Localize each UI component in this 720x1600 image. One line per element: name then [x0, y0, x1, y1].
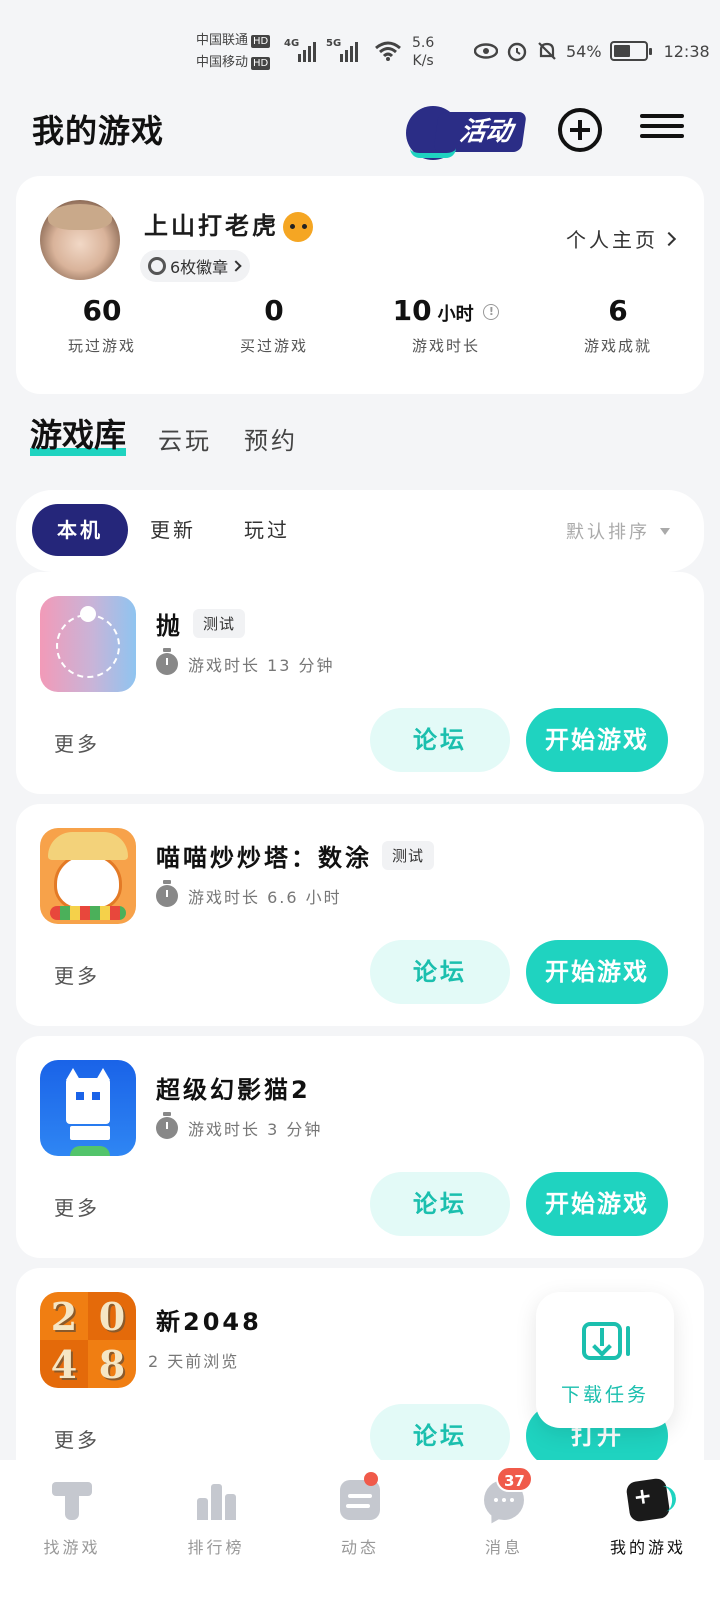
tiger-emoji-icon: [283, 212, 313, 242]
rankings-icon: [196, 1480, 236, 1520]
battery-fill: [613, 45, 630, 57]
game-icon-toss[interactable]: [40, 596, 136, 692]
forum-button[interactable]: 论坛: [370, 1404, 510, 1468]
game-meta: 游戏时长 3 分钟: [156, 1112, 322, 1140]
username: 上山打老虎: [144, 206, 313, 242]
dropdown-arrow-icon: [660, 527, 670, 535]
eye-icon: [474, 43, 498, 59]
clock: 12:38: [663, 41, 710, 61]
game-name: 超级幻影猫2: [156, 1076, 311, 1104]
homepage-link[interactable]: 个人主页: [566, 224, 677, 253]
forum-button[interactable]: 论坛: [370, 940, 510, 1004]
forum-button[interactable]: 论坛: [370, 1172, 510, 1236]
test-tag: 测试: [382, 841, 435, 870]
nav-my-games[interactable]: 我的游戏: [576, 1460, 720, 1600]
battery-icon: [609, 41, 652, 61]
stat-achievements[interactable]: 6 游戏成就: [532, 294, 704, 356]
game-name: 抛测试: [156, 606, 246, 641]
carrier-2: 中国移动: [196, 55, 249, 70]
stats-row: 60 玩过游戏 0 买过游戏 10 小时 ! 游戏时长 6 游戏成就: [16, 294, 704, 356]
status-icons: 54% 12:38: [474, 40, 710, 62]
stat-bought[interactable]: 0 买过游戏: [188, 294, 360, 356]
app-header: 我的游戏 活动: [0, 98, 720, 162]
gamepad-icon: [625, 1477, 671, 1523]
download-icon: [582, 1322, 622, 1360]
start-game-button[interactable]: 开始游戏: [526, 708, 668, 772]
game-icon-2048[interactable]: 2048: [40, 1292, 136, 1388]
start-game-button[interactable]: 开始游戏: [526, 1172, 668, 1236]
more-button[interactable]: 更多: [54, 728, 100, 757]
swoosh-decoration: [410, 148, 456, 158]
stat-played[interactable]: 60 玩过游戏: [16, 294, 188, 356]
feed-icon: [340, 1480, 380, 1520]
game-name: 喵喵炒炒塔：数涂 测试: [156, 838, 435, 873]
nav-feed[interactable]: 动态: [288, 1460, 432, 1600]
game-meta: 游戏时长 6.6 小时: [156, 880, 342, 908]
find-games-icon: [52, 1480, 92, 1520]
forum-button[interactable]: 论坛: [370, 708, 510, 772]
tab-reserve[interactable]: 预约: [244, 421, 298, 462]
nav-find-games[interactable]: 找游戏: [0, 1460, 144, 1600]
medal-icon: [148, 257, 166, 275]
filter-local[interactable]: 本机: [32, 504, 128, 556]
add-icon[interactable]: [558, 108, 602, 152]
bottom-nav: 找游戏 排行榜 动态 消息 我的游戏: [0, 1460, 720, 1600]
filter-bar: 本机 更新 玩过 默认排序: [16, 490, 704, 572]
game-meta: 游戏时长 13 分钟: [156, 648, 335, 676]
download-task-label: 下载任务: [560, 1384, 649, 1406]
signal-1-icon: [298, 38, 316, 62]
game-card[interactable]: 喵喵炒炒塔：数涂 测试 游戏时长 6.6 小时 更多 论坛 开始游戏: [16, 804, 704, 1026]
start-game-button[interactable]: 开始游戏: [526, 940, 668, 1004]
nav-rankings[interactable]: 排行榜: [144, 1460, 288, 1600]
feed-notification-dot: [364, 1472, 378, 1486]
message-count-badge: 37: [496, 1466, 533, 1492]
timer-icon: [156, 880, 178, 907]
status-bar: 中国联通 HD 中国移动 HD 4G 5G 5.6 K/s 54% 12:38: [0, 0, 720, 96]
signal-2-icon: [340, 38, 358, 62]
timer-icon: [156, 648, 178, 675]
game-card[interactable]: 抛测试 游戏时长 13 分钟 更多 论坛 开始游戏: [16, 572, 704, 794]
more-button[interactable]: 更多: [54, 1192, 100, 1221]
game-icon-cat[interactable]: [40, 828, 136, 924]
wifi-icon: [375, 41, 401, 61]
timer-icon: [156, 1112, 178, 1139]
alarm-icon: [507, 42, 527, 62]
tab-library[interactable]: 游戏库: [30, 410, 127, 462]
medal-count: 6枚徽章: [170, 258, 229, 277]
game-name: 新2048: [156, 1308, 262, 1336]
chevron-right-icon: [661, 231, 677, 246]
menu-icon[interactable]: [640, 108, 684, 152]
tab-cloud[interactable]: 云玩: [158, 421, 212, 462]
download-task-button[interactable]: 下载任务: [536, 1292, 674, 1428]
network-type-1: 4G: [284, 38, 300, 49]
test-tag: 测试: [193, 609, 246, 638]
filter-updates[interactable]: 更新: [150, 504, 196, 556]
hd-badge: HD: [251, 57, 271, 70]
activity-label: 活动: [433, 112, 527, 152]
profile-card: 上山打老虎 6枚徽章 个人主页 60 玩过游戏 0 买过游戏 10 小时 ! 游戏…: [16, 176, 704, 394]
filter-played[interactable]: 玩过: [244, 504, 290, 556]
mute-bell-icon: [538, 42, 556, 60]
library-tabs: 游戏库 云玩 预约: [30, 412, 298, 462]
battery-percent: 54%: [566, 41, 602, 61]
page-title: 我的游戏: [32, 112, 165, 150]
network-speed: 5.6 K/s: [412, 35, 435, 69]
game-card[interactable]: 超级幻影猫2 游戏时长 3 分钟 更多 论坛 开始游戏: [16, 1036, 704, 1258]
chevron-right-icon: [230, 260, 242, 272]
stat-playtime[interactable]: 10 小时 ! 游戏时长: [360, 294, 532, 356]
more-button[interactable]: 更多: [54, 1424, 100, 1453]
hd-badge: HD: [251, 35, 271, 48]
activity-button[interactable]: 活动: [400, 102, 527, 160]
network-type-2: 5G: [326, 38, 342, 49]
avatar[interactable]: [40, 200, 120, 280]
carrier-info: 中国联通 HD 中国移动 HD: [196, 30, 271, 74]
game-meta: 2 天前浏览: [148, 1352, 240, 1371]
carrier-1: 中国联通: [196, 33, 249, 48]
game-icon-phantom-cat[interactable]: [40, 1060, 136, 1156]
medal-chip[interactable]: 6枚徽章: [140, 250, 251, 282]
more-button[interactable]: 更多: [54, 960, 100, 989]
info-icon[interactable]: !: [483, 304, 500, 320]
sort-dropdown[interactable]: 默认排序: [566, 518, 670, 544]
